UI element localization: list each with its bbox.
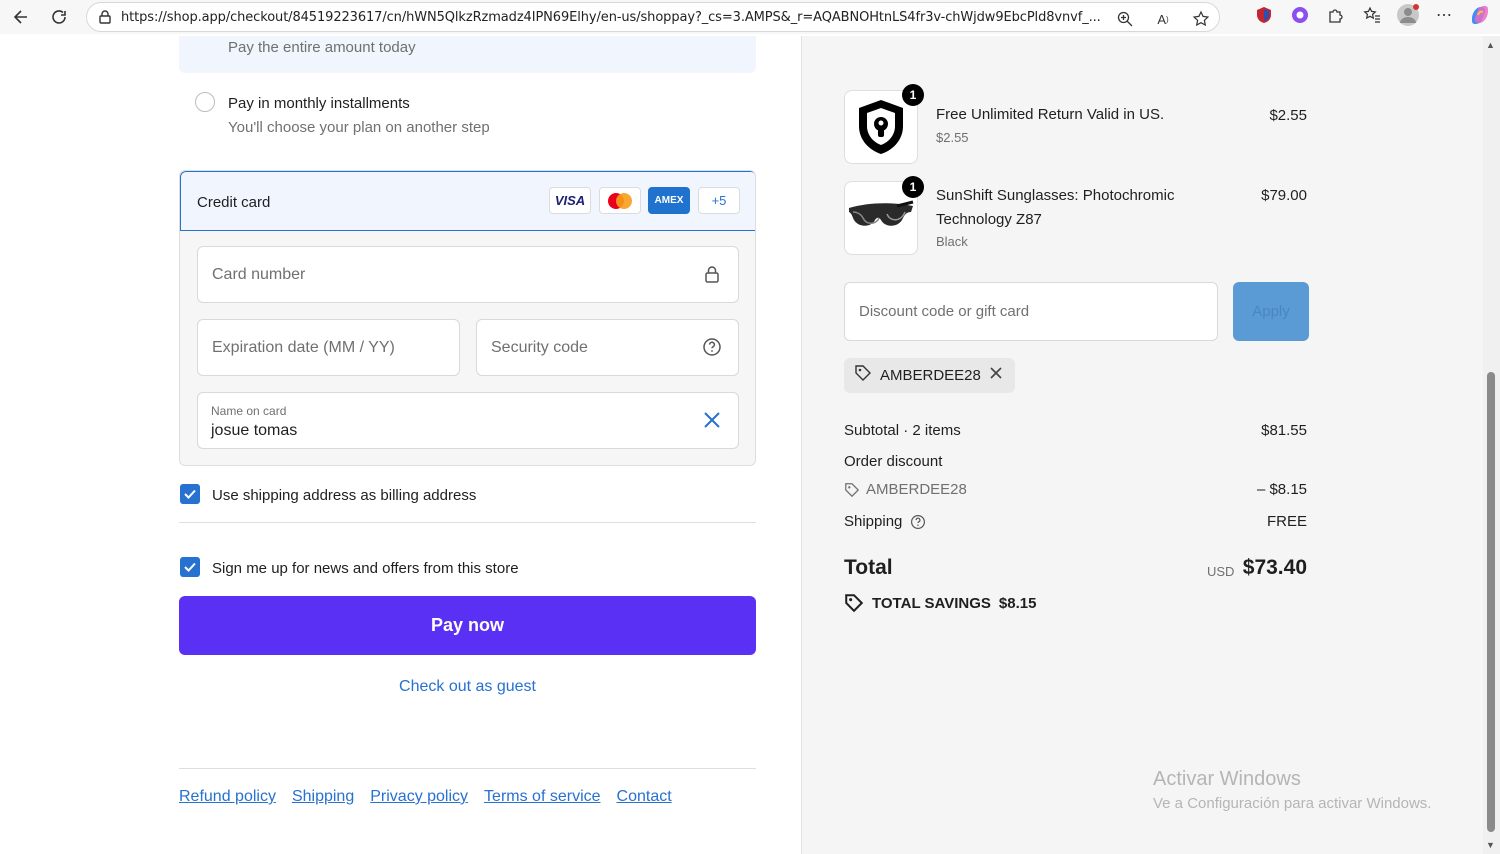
security-code-field[interactable]: Security code xyxy=(476,319,739,376)
quantity-badge: 1 xyxy=(902,176,924,198)
expiration-placeholder: Expiration date (MM / YY) xyxy=(212,339,395,356)
newsletter-label[interactable]: Sign me up for news and offers from this… xyxy=(212,560,519,577)
url-text[interactable]: https://shop.app/checkout/84519223617/cn… xyxy=(121,10,1111,25)
purple-extension-icon[interactable] xyxy=(1288,3,1312,27)
applied-discount-code: AMBERDEE28 xyxy=(880,367,981,384)
card-number-placeholder: Card number xyxy=(212,266,306,283)
sunglasses-image xyxy=(849,200,914,226)
footer-links: Refund policy Shipping Privacy policy Te… xyxy=(179,788,672,806)
savings-value: $8.15 xyxy=(998,594,1037,612)
visa-logo-icon: VISA xyxy=(549,187,591,214)
savings-label: TOTAL SAVINGS xyxy=(872,594,991,612)
lock-icon xyxy=(702,264,722,284)
clear-x-icon[interactable] xyxy=(702,410,722,430)
shipping-value: FREE xyxy=(1266,513,1307,530)
shipping-link[interactable]: Shipping xyxy=(292,788,354,806)
monthly-installments-label[interactable]: Pay in monthly installments xyxy=(228,95,410,112)
item-variant: Black xyxy=(936,234,968,249)
shield-extension-icon[interactable] xyxy=(1252,3,1276,27)
savings-tag-icon xyxy=(845,594,864,613)
billing-address-checkbox[interactable] xyxy=(180,484,200,504)
credit-card-header[interactable]: Credit card VISA AMEX +5 xyxy=(180,171,755,231)
applied-discount-tag: AMBERDEE28 xyxy=(844,358,1015,393)
terms-of-service-link[interactable]: Terms of service xyxy=(484,788,600,806)
pay-in-full-description: Pay the entire amount today xyxy=(228,39,416,56)
scrollbar-thumb[interactable] xyxy=(1487,372,1495,832)
apply-button[interactable]: Apply xyxy=(1233,282,1309,341)
subtotal-label: Subtotal · 2 items xyxy=(844,422,961,439)
order-discount-value: – $8.15 xyxy=(1256,481,1307,498)
pay-in-full-option[interactable]: Pay the entire amount today xyxy=(179,36,756,73)
tag-icon xyxy=(854,364,872,387)
item-price: $2.55 xyxy=(1269,107,1307,124)
credit-card-label: Credit card xyxy=(197,194,271,211)
subtotal-value: $81.55 xyxy=(1261,422,1307,439)
privacy-policy-link[interactable]: Privacy policy xyxy=(370,788,468,806)
footer-divider xyxy=(179,768,756,769)
total-label: Total xyxy=(844,556,893,579)
more-options-icon[interactable]: ⋯ xyxy=(1432,3,1456,27)
scroll-up-arrow-icon[interactable]: ▲ xyxy=(1486,40,1495,50)
windows-activation-title: Activar Windows xyxy=(1153,768,1301,790)
expiration-date-field[interactable]: Expiration date (MM / YY) xyxy=(197,319,460,376)
newsletter-checkbox[interactable] xyxy=(180,557,200,577)
address-bar[interactable]: https://shop.app/checkout/84519223617/cn… xyxy=(86,2,1220,32)
name-on-card-label: Name on card xyxy=(211,404,287,418)
page-scrollbar[interactable]: ▲ ▼ xyxy=(1483,36,1500,854)
divider xyxy=(179,522,756,523)
discount-code-input[interactable]: Discount code or gift card xyxy=(844,282,1218,341)
card-number-field[interactable]: Card number xyxy=(197,246,739,303)
tag-icon xyxy=(845,482,860,497)
total-savings: TOTAL SAVINGS $8.15 xyxy=(844,593,1036,613)
item-price: $79.00 xyxy=(1261,187,1307,204)
mastercard-logo-icon xyxy=(599,187,641,214)
scroll-down-arrow-icon[interactable]: ▼ xyxy=(1486,840,1495,850)
monthly-installments-description: You'll choose your plan on another step xyxy=(228,119,490,136)
return-shield-icon xyxy=(859,100,903,154)
name-on-card-value[interactable]: josue tomas xyxy=(211,422,297,440)
monthly-installments-radio[interactable] xyxy=(195,92,215,112)
favorite-star-icon[interactable] xyxy=(1189,7,1213,31)
total-value: $73.40 xyxy=(1242,556,1307,579)
item-name: SunShift Sunglasses: Photochromic Techno… xyxy=(936,187,1175,228)
shipping-label: Shipping xyxy=(844,513,903,530)
item-unit-price: $2.55 xyxy=(936,130,969,145)
pay-now-button[interactable]: Pay now xyxy=(179,596,756,655)
security-code-placeholder: Security code xyxy=(491,339,588,356)
remove-discount-x-icon[interactable] xyxy=(989,366,1003,385)
profile-avatar-icon[interactable] xyxy=(1396,3,1420,27)
order-discount-code: AMBERDEE28 xyxy=(866,481,967,498)
browser-toolbar: https://shop.app/checkout/84519223617/cn… xyxy=(0,0,1500,34)
order-summary-panel: 1 Free Unlimited Return Valid in US. $2.… xyxy=(801,36,1483,854)
item-name: Free Unlimited Return Valid in US. xyxy=(936,106,1165,123)
read-aloud-icon[interactable]: A) xyxy=(1151,7,1175,31)
quantity-badge: 1 xyxy=(902,84,924,106)
refund-policy-link[interactable]: Refund policy xyxy=(179,788,276,806)
zoom-icon[interactable] xyxy=(1113,7,1137,31)
windows-activation-subtitle: Ve a Configuración para activar Windows. xyxy=(1153,795,1432,812)
help-question-icon[interactable] xyxy=(910,514,926,530)
order-discount-label: Order discount xyxy=(844,453,943,470)
payment-panel: Pay the entire amount today Pay in month… xyxy=(5,36,801,854)
refresh-icon[interactable] xyxy=(44,2,74,32)
amex-logo-icon: AMEX xyxy=(648,187,690,214)
total-currency: USD xyxy=(1207,564,1235,579)
shipping-row: Shipping xyxy=(844,513,926,530)
help-question-icon[interactable] xyxy=(702,337,722,357)
lock-icon[interactable] xyxy=(95,7,115,27)
checkout-as-guest-link[interactable]: Check out as guest xyxy=(179,678,756,696)
extensions-puzzle-icon[interactable] xyxy=(1324,3,1348,27)
order-discount-code-row: AMBERDEE28 xyxy=(844,481,967,498)
contact-link[interactable]: Contact xyxy=(617,788,672,806)
credit-card-section: Credit card VISA AMEX +5 Card number Exp… xyxy=(179,170,756,466)
back-icon[interactable] xyxy=(6,2,36,32)
discount-code-placeholder: Discount code or gift card xyxy=(859,303,1030,320)
name-on-card-field[interactable]: Name on card josue tomas xyxy=(197,392,739,449)
copilot-icon[interactable] xyxy=(1468,3,1492,27)
billing-address-label[interactable]: Use shipping address as billing address xyxy=(212,487,476,504)
more-cards-badge: +5 xyxy=(698,187,740,214)
favorites-icon[interactable] xyxy=(1360,3,1384,27)
